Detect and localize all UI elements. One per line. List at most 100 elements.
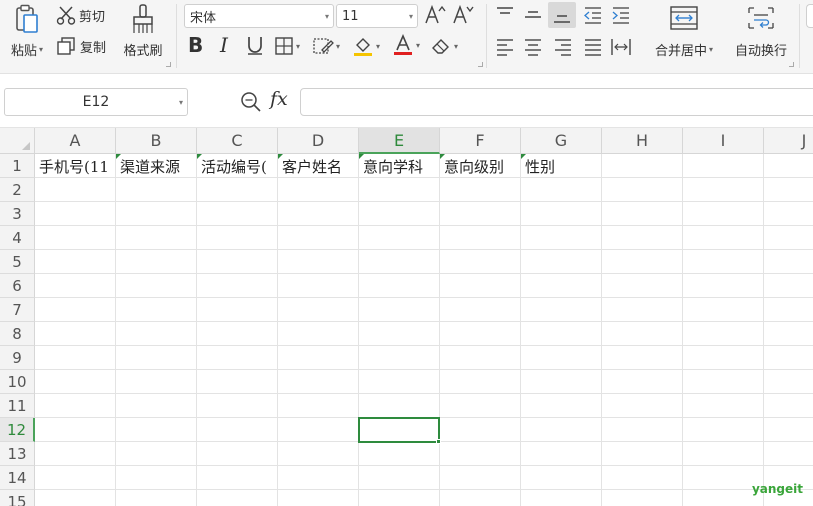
row-header-15[interactable]: 15 xyxy=(0,490,35,506)
chevron-down-icon[interactable]: ▾ xyxy=(416,41,420,50)
row-header-2[interactable]: 2 xyxy=(0,178,35,202)
column-header-h[interactable]: H xyxy=(602,128,683,154)
cell-d1[interactable]: 客户姓名 xyxy=(278,154,359,178)
ribbon-toolbar: 粘贴 ▾ 剪切 复制 格式刷 宋体 ▾ 11 ▾ B I ▾ ▾ ▾ ▾ ▾ 合… xyxy=(0,0,813,74)
row-gridline xyxy=(35,249,813,250)
name-box[interactable]: E12 ▾ xyxy=(4,88,188,116)
borders-button[interactable]: ▾ xyxy=(274,34,300,58)
row-header-10[interactable]: 10 xyxy=(0,370,35,394)
bold-button[interactable]: B xyxy=(188,33,203,57)
column-header-f[interactable]: F xyxy=(440,128,521,154)
align-left-icon xyxy=(494,37,516,57)
cell-f1[interactable]: 意向级别 xyxy=(440,154,521,178)
wrap-text-button[interactable]: 自动换行 xyxy=(730,4,792,64)
column-header-i[interactable]: I xyxy=(683,128,764,154)
row-gridline xyxy=(35,489,813,490)
cell-a1[interactable]: 手机号(11 xyxy=(35,154,116,178)
clipboard-group-launcher[interactable] xyxy=(166,62,171,67)
row-header-14[interactable]: 14 xyxy=(0,466,35,490)
align-right-button[interactable] xyxy=(552,36,574,58)
row-header-7[interactable]: 7 xyxy=(0,298,35,322)
select-all-corner[interactable] xyxy=(0,128,35,154)
column-header-d[interactable]: D xyxy=(278,128,359,154)
decrease-indent-button[interactable] xyxy=(582,4,604,26)
column-header-a[interactable]: A xyxy=(35,128,116,154)
cell-style-icon xyxy=(312,36,334,56)
row-header-13[interactable]: 13 xyxy=(0,442,35,466)
format-painter-button[interactable]: 格式刷 xyxy=(118,2,168,66)
row-header-3[interactable]: 3 xyxy=(0,202,35,226)
format-painter-icon xyxy=(130,4,156,34)
fill-color-button[interactable]: ▾ xyxy=(352,34,380,58)
row-header-5[interactable]: 5 xyxy=(0,250,35,274)
column-header-c[interactable]: C xyxy=(197,128,278,154)
column-gridline xyxy=(520,154,521,506)
row-header-11[interactable]: 11 xyxy=(0,394,35,418)
align-top-button[interactable] xyxy=(494,4,516,26)
increase-font-button[interactable] xyxy=(424,4,446,26)
clear-button[interactable]: ▾ xyxy=(430,34,458,58)
comment-indicator xyxy=(440,154,445,159)
chevron-down-icon[interactable]: ▾ xyxy=(454,42,458,51)
row-header-1[interactable]: 1 xyxy=(0,154,35,178)
merge-center-button[interactable]: 合并居中 ▾ xyxy=(648,4,720,64)
underline-button[interactable] xyxy=(244,33,266,57)
justify-icon xyxy=(582,37,604,57)
distributed-button[interactable] xyxy=(610,36,632,58)
chevron-down-icon[interactable]: ▾ xyxy=(709,45,713,54)
row-header-12[interactable]: 12 xyxy=(0,418,35,442)
font-size-select[interactable]: 11 ▾ xyxy=(336,4,418,28)
row-header-9[interactable]: 9 xyxy=(0,346,35,370)
row-header-8[interactable]: 8 xyxy=(0,322,35,346)
active-cell[interactable] xyxy=(358,417,440,443)
column-header-e[interactable]: E xyxy=(359,128,440,154)
paste-button[interactable]: 粘贴 ▾ xyxy=(4,2,50,66)
cell-c1[interactable]: 活动编号( xyxy=(197,154,278,178)
chevron-down-icon[interactable]: ▾ xyxy=(296,42,300,51)
merge-center-label: 合并居中 xyxy=(654,44,707,59)
column-gridline xyxy=(358,154,359,506)
column-header-j[interactable]: J xyxy=(764,128,813,154)
column-gridline xyxy=(277,154,278,506)
chevron-down-icon[interactable]: ▾ xyxy=(39,45,43,54)
watermark: yangeit xyxy=(751,482,803,496)
column-header-g[interactable]: G xyxy=(521,128,602,154)
alignment-group-launcher[interactable] xyxy=(789,62,794,67)
font-color-button[interactable]: ▾ xyxy=(392,33,420,57)
align-bottom-button[interactable] xyxy=(548,2,576,28)
decrease-font-icon xyxy=(452,4,474,26)
align-center-button[interactable] xyxy=(522,36,544,58)
row-header-4[interactable]: 4 xyxy=(0,226,35,250)
increase-indent-icon xyxy=(610,5,632,25)
cell-style-button[interactable]: ▾ xyxy=(312,34,340,58)
chevron-down-icon[interactable]: ▾ xyxy=(336,42,340,51)
row-gridline xyxy=(35,345,813,346)
align-left-button[interactable] xyxy=(494,36,516,58)
cell-b1[interactable]: 渠道来源 xyxy=(116,154,197,178)
comment-indicator xyxy=(116,154,121,159)
font-group-launcher[interactable] xyxy=(478,62,483,67)
zoom-formula-button[interactable] xyxy=(240,91,262,117)
spreadsheet-grid[interactable]: ABCDEFGHIJ 1 2 3 4 5 6 7 8 9 10 11 12 13 14 15 手机号(11 渠… xyxy=(0,128,813,506)
wrap-text-icon xyxy=(746,4,776,32)
formula-input[interactable] xyxy=(300,88,813,116)
italic-button[interactable]: I xyxy=(220,33,228,57)
column-header-b[interactable]: B xyxy=(116,128,197,154)
align-middle-button[interactable] xyxy=(522,4,544,26)
cell-e1[interactable]: 意向学科 xyxy=(359,154,440,178)
row-header-6[interactable]: 6 xyxy=(0,274,35,298)
copy-button[interactable]: 复制 xyxy=(56,35,106,57)
decrease-font-button[interactable] xyxy=(452,4,474,26)
justify-button[interactable] xyxy=(582,36,604,58)
font-name-select[interactable]: 宋体 ▾ xyxy=(184,4,334,28)
fill-handle[interactable] xyxy=(436,439,441,444)
column-gridline xyxy=(763,154,764,506)
wrap-text-label: 自动换行 xyxy=(734,44,787,59)
chevron-down-icon[interactable]: ▾ xyxy=(376,42,380,51)
chevron-down-icon: ▾ xyxy=(408,12,413,21)
increase-indent-button[interactable] xyxy=(610,4,632,26)
fill-color-icon xyxy=(352,35,374,57)
insert-function-button[interactable]: fx xyxy=(270,88,288,110)
cut-button[interactable]: 剪切 xyxy=(56,4,105,26)
cell-g1[interactable]: 性别 xyxy=(521,154,602,178)
